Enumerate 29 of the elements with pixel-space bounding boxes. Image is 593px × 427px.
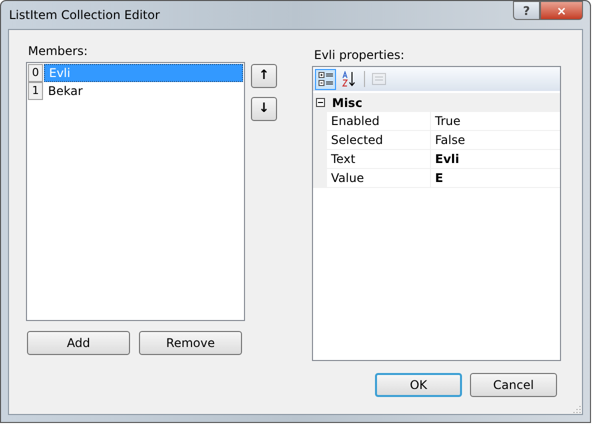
move-up-button[interactable]: ↑ bbox=[251, 64, 277, 88]
property-value[interactable]: Evli bbox=[431, 150, 560, 169]
toolbar-button[interactable] bbox=[315, 68, 336, 90]
category-name: Misc bbox=[332, 94, 362, 112]
property-name[interactable]: Selected bbox=[327, 131, 431, 150]
property-value[interactable]: E bbox=[431, 169, 560, 188]
categorized-icon bbox=[318, 71, 334, 87]
move-down-button[interactable]: ↓ bbox=[251, 97, 277, 121]
property-value[interactable]: False bbox=[431, 131, 560, 150]
sort-alphabetical-icon bbox=[340, 71, 356, 87]
help-button[interactable]: ? bbox=[513, 1, 540, 20]
button[interactable]: Add bbox=[27, 331, 130, 355]
property-name[interactable]: Enabled bbox=[327, 112, 431, 131]
button[interactable]: Remove bbox=[139, 331, 242, 355]
property-name[interactable]: Text bbox=[327, 150, 431, 169]
members-list[interactable]: 0 Evli 1 Bekar bbox=[26, 62, 245, 321]
index-cell: 0 bbox=[28, 64, 43, 82]
property-pages-icon bbox=[370, 71, 386, 87]
properties-label: Evli properties: bbox=[314, 47, 406, 64]
resize-grip-icon[interactable] bbox=[572, 404, 581, 413]
button[interactable]: OK bbox=[375, 373, 462, 397]
window-title: ListItem Collection Editor bbox=[8, 7, 160, 24]
button[interactable]: Cancel bbox=[470, 373, 557, 397]
property-name[interactable]: Value bbox=[327, 169, 431, 188]
property-value[interactable]: True bbox=[431, 112, 560, 131]
collapse-icon[interactable] bbox=[316, 98, 325, 107]
members-label: Members: bbox=[28, 43, 89, 60]
index-cell: 1 bbox=[28, 82, 43, 100]
list-item[interactable]: Bekar bbox=[44, 82, 243, 100]
